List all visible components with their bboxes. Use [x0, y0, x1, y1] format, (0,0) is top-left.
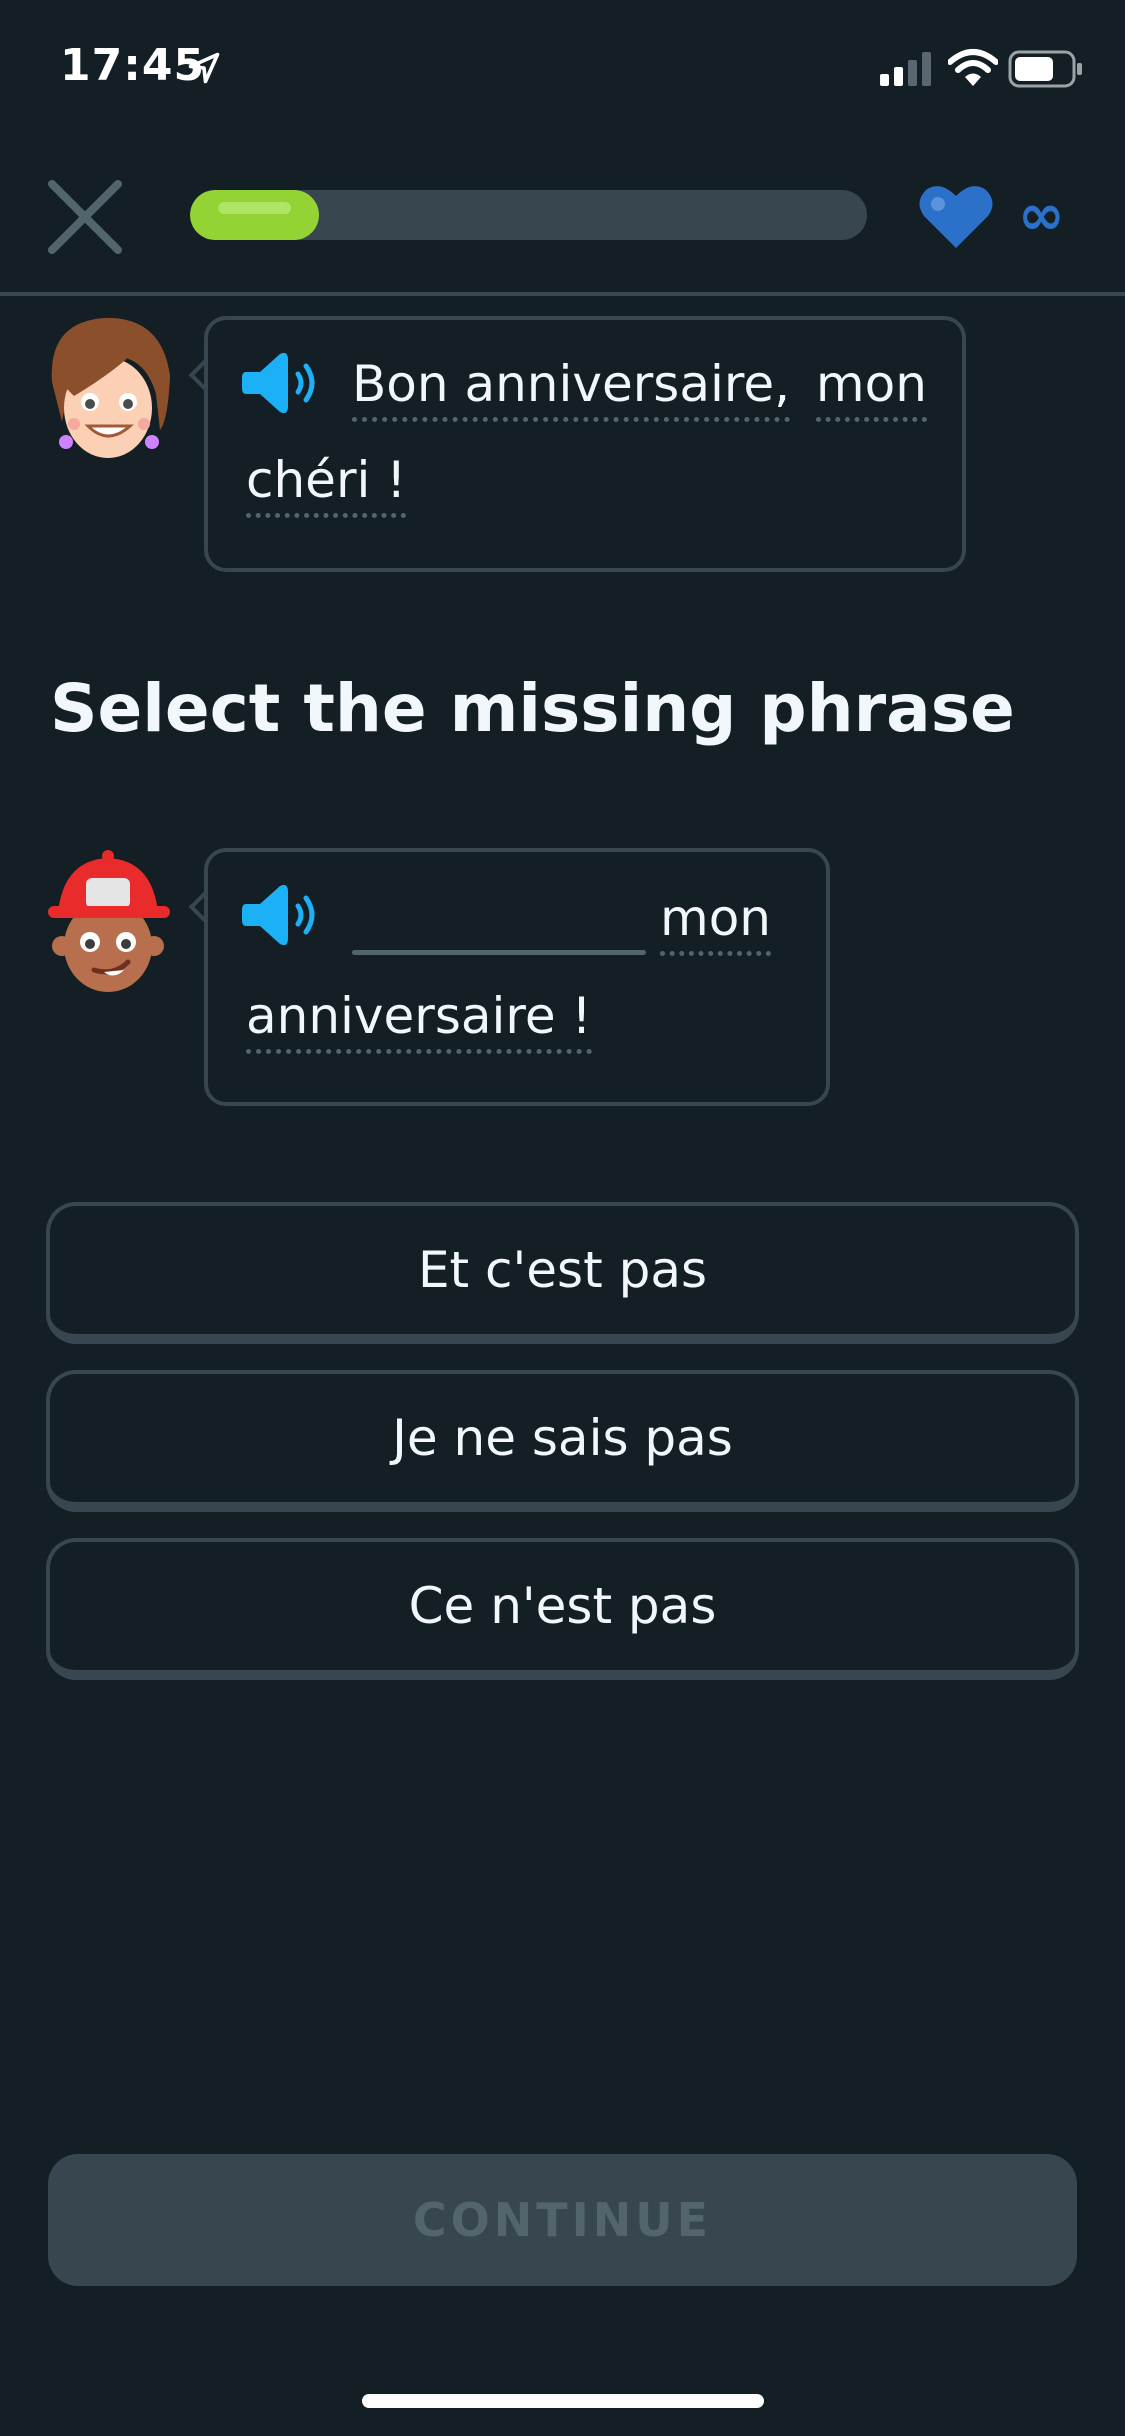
status-time: 17:45 — [60, 40, 206, 91]
header-divider — [0, 292, 1125, 296]
woman-avatar — [51, 317, 170, 458]
close-icon[interactable] — [40, 172, 130, 262]
exercise-prompt: Select the missing phrase — [50, 670, 1015, 747]
man-avatar — [48, 850, 170, 992]
progress-shine — [218, 202, 291, 214]
speaker-icon[interactable] — [240, 880, 320, 950]
word-token[interactable]: chéri ! — [246, 451, 407, 518]
location-arrow-icon — [188, 52, 220, 84]
word-token[interactable]: mon — [815, 355, 927, 422]
answer-option-3[interactable]: Ce n'est pas — [46, 1538, 1079, 1680]
signal-icon — [880, 52, 931, 86]
answer-option-2[interactable]: Je ne sais pas — [46, 1370, 1079, 1512]
wifi-icon — [948, 49, 998, 86]
word-token[interactable]: anniversaire ! — [246, 987, 592, 1054]
progress-fill — [190, 190, 319, 240]
word-token[interactable]: mon — [660, 889, 771, 956]
progress-bar — [190, 190, 867, 240]
battery-icon — [1008, 50, 1082, 88]
speaker-icon[interactable] — [240, 348, 320, 418]
missing-phrase-blank — [352, 950, 646, 955]
continue-button[interactable]: CONTINUE — [48, 2154, 1077, 2286]
word-token[interactable]: Bon anniversaire, — [352, 355, 790, 422]
home-indicator[interactable] — [362, 2394, 764, 2408]
answer-option-1[interactable]: Et c'est pas — [46, 1202, 1079, 1344]
hearts-infinity-value: ∞ — [1018, 183, 1065, 248]
heart-icon[interactable] — [918, 184, 994, 250]
